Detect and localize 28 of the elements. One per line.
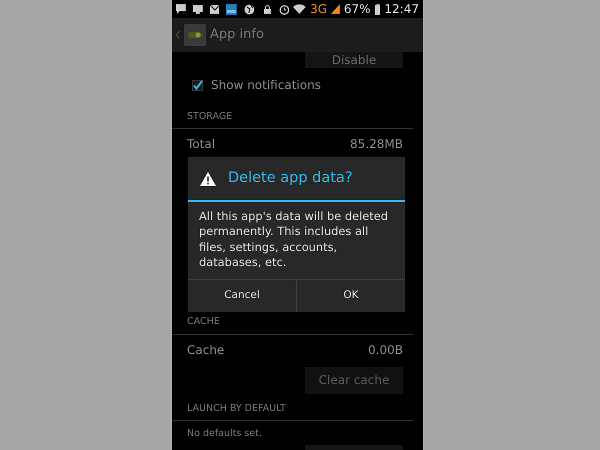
image-icon: [226, 4, 238, 14]
section-header: LAUNCH BY DEFAULT: [172, 394, 413, 421]
row-value: 0.00B: [368, 342, 403, 358]
mail-icon: [210, 4, 220, 14]
app-icon: [184, 24, 206, 46]
wifi-icon: [293, 4, 306, 14]
dialog-message: All this app's data will be deleted permanently. This includes all files, settings, accounts, databases, etc.: [198, 208, 389, 271]
section-header: STORAGE: [172, 102, 413, 130]
row-label: Cache: [187, 342, 224, 358]
alarm-clock-icon: [278, 4, 290, 14]
ok-button[interactable]: OK: [296, 279, 405, 312]
monitor-icon: [192, 4, 203, 14]
checkbox[interactable]: [192, 80, 203, 90]
defaults-text: No defaults set.: [186, 426, 263, 441]
network-type: 3G: [310, 1, 328, 18]
row-value: 85.28MB: [350, 136, 403, 154]
clock-time: 12:47: [384, 1, 419, 18]
notification-label: Show notifications: [211, 77, 321, 94]
row-label: Total: [187, 136, 216, 154]
dialog-title: Delete app data?: [228, 168, 353, 188]
back-caret-icon: [176, 31, 180, 39]
screen-title: App info: [210, 26, 264, 44]
warning-icon: [200, 172, 216, 186]
signal-icon: [331, 4, 340, 14]
lock-icon: [264, 4, 271, 14]
battery-percent: 67%: [344, 1, 371, 18]
battery-icon: [374, 4, 380, 14]
chat-icon: [176, 4, 186, 14]
